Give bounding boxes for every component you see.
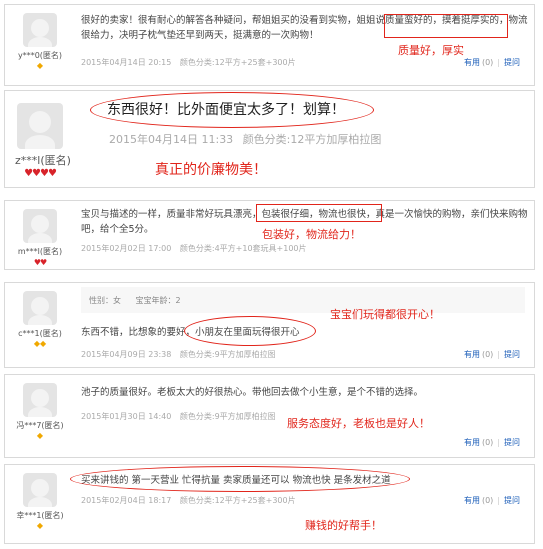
reply-button[interactable]: 提问 <box>504 496 520 505</box>
avatar <box>23 13 57 47</box>
reviewer-info: 冯***7(匿名) ◆ <box>15 383 65 440</box>
reviewer-name: 冯***7(匿名) <box>16 421 64 430</box>
useful-count: (0) <box>481 438 494 447</box>
reply-button[interactable]: 提问 <box>504 350 520 359</box>
useful-button[interactable]: 有用 <box>464 58 480 67</box>
reviewer-name: m***l(匿名) <box>17 247 63 256</box>
reviewer-info: m***l(匿名) ♥♥ <box>15 209 65 269</box>
review-date: 2015年01月30日 14:40 <box>81 412 172 421</box>
annotation-ellipse <box>184 316 316 346</box>
avatar <box>23 291 57 325</box>
review-item: 冯***7(匿名) ◆ 池子的质量很好。老板太大的好很热心。带他回去做个小生意，… <box>4 374 535 458</box>
tag-age: 宝宝年龄：2 <box>135 296 181 305</box>
review-variant: 颜色分类:12平方+25套+300片 <box>179 58 296 67</box>
heart-level-icon: ♥♥♥♥ <box>24 168 57 179</box>
avatar <box>23 209 57 243</box>
review-date: 2015年04月09日 23:38 <box>81 350 172 359</box>
reviewer-info: 幸***1(匿名) ◆ <box>15 473 65 530</box>
review-actions: 有用 (0) | 提问 <box>463 350 520 359</box>
review-actions: 有用 (0) | 提问 <box>463 438 520 447</box>
reviewer-name: c***1(匿名) <box>18 329 62 338</box>
review-meta: 2015年04月14日 20:15 颜色分类:12平方+25套+300片 <box>81 57 302 68</box>
review-date: 2015年02月04日 18:17 <box>81 496 172 505</box>
review-meta: 2015年04月09日 23:38 颜色分类:9平方加厚柏拉图 <box>81 349 282 360</box>
tag-gender: 性别：女 <box>89 296 121 305</box>
review-meta: 2015年02月02日 17:00 颜色分类:4平方+10套玩具+100片 <box>81 243 313 254</box>
review-date: 2015年02月02日 17:00 <box>81 244 172 253</box>
reviewer-info: y***0(匿名) ◆ <box>15 13 65 70</box>
review-variant: 颜色分类:12平方+25套+300片 <box>179 496 296 505</box>
reply-button[interactable]: 提问 <box>504 58 520 67</box>
useful-count: (0) <box>481 350 494 359</box>
annotation-ellipse <box>90 92 374 128</box>
level-badge-icon: ◆ <box>36 521 44 530</box>
annotation-box <box>256 204 382 222</box>
review-meta: 2015年02月04日 18:17 颜色分类:12平方+25套+300片 <box>81 495 302 506</box>
annotation-text: 质量好，厚实 <box>398 44 464 57</box>
review-meta: 2015年01月30日 14:40 颜色分类:9平方加厚柏拉图 <box>81 411 282 422</box>
level-badge-icon: ◆◆ <box>33 339 47 348</box>
avatar <box>17 103 63 149</box>
reviewer-name: z***l(匿名) <box>15 154 71 167</box>
heart-level-icon: ♥♥ <box>33 258 47 267</box>
annotation-text: 服务态度好，老板也是好人！ <box>287 417 430 430</box>
useful-button[interactable]: 有用 <box>464 350 480 359</box>
annotation-box <box>384 14 508 38</box>
useful-count: (0) <box>481 496 494 505</box>
review-variant: 颜色分类:12平方加厚柏拉图 <box>242 133 382 146</box>
annotation-ellipse <box>70 466 410 492</box>
level-badge-icon: ◆ <box>36 61 44 70</box>
review-variant: 颜色分类:4平方+10套玩具+100片 <box>179 244 307 253</box>
annotation-text: 真正的价廉物美！ <box>155 162 267 178</box>
annotation-text: 赚钱的好帮手！ <box>305 519 382 532</box>
useful-button[interactable]: 有用 <box>464 438 480 447</box>
avatar <box>23 383 57 417</box>
review-variant: 颜色分类:9平方加厚柏拉图 <box>179 412 276 421</box>
useful-button[interactable]: 有用 <box>464 496 480 505</box>
reviewer-name: 幸***1(匿名) <box>16 511 64 520</box>
reply-button[interactable]: 提问 <box>504 438 520 447</box>
review-variant: 颜色分类:9平方加厚柏拉图 <box>179 350 276 359</box>
level-badge-icon: ◆ <box>36 431 44 440</box>
review-meta: 2015年04月14日 11:33 颜色分类:12平方加厚柏拉图 <box>109 131 387 147</box>
review-date: 2015年04月14日 20:15 <box>81 58 172 67</box>
reviewer-name: y***0(匿名) <box>17 51 63 60</box>
review-actions: 有用 (0) | 提问 <box>463 496 520 505</box>
avatar <box>23 473 57 507</box>
reviewer-info: c***1(匿名) ◆◆ <box>15 291 65 348</box>
annotation-text: 包装好，物流给力！ <box>262 228 361 241</box>
review-actions: 有用 (0) | 提问 <box>463 58 520 67</box>
useful-count: (0) <box>481 58 494 67</box>
review-text: 池子的质量很好。老板太大的好很热心。带他回去做个小生意，是个不错的选择。 <box>81 387 424 398</box>
reviewer-info: z***l(匿名) ♥♥♥♥ <box>15 103 71 180</box>
annotation-text: 宝宝们玩得都很开心！ <box>330 308 440 321</box>
buyer-tags: 性别：女 宝宝年龄：2 <box>81 287 525 313</box>
review-date: 2015年04月14日 11:33 <box>109 133 234 146</box>
